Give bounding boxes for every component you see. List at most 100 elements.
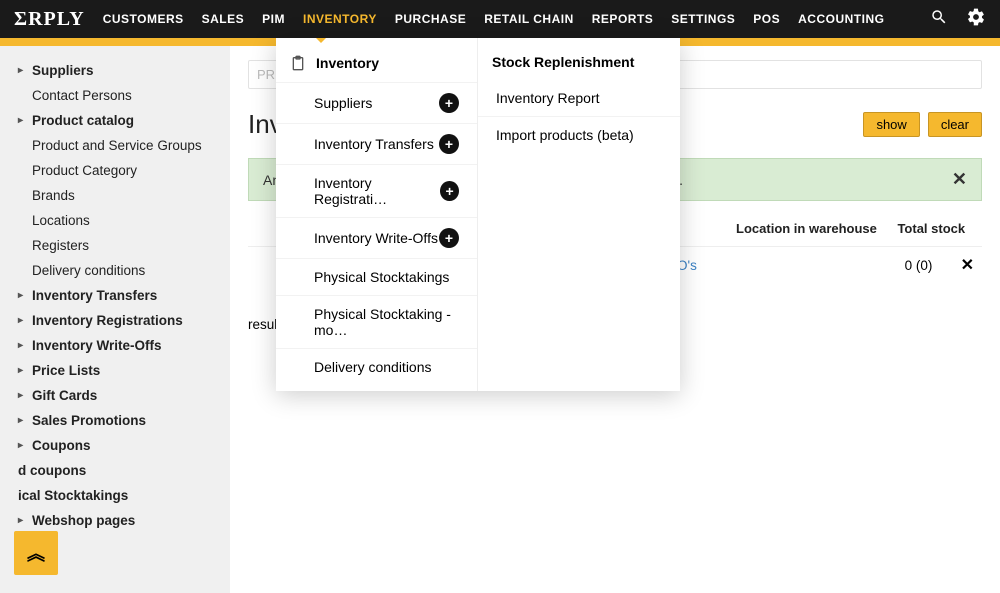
sidebar-item-webshop-pages[interactable]: ▸ Webshop pages [0,508,230,533]
stock-cell: 0 (0) [876,258,960,273]
dd-item-inventory-report[interactable]: Inventory Report [478,80,680,116]
search-icon[interactable] [930,8,948,31]
dropdown-header-right-label: Stock Replenishment [492,54,634,70]
dd-item-suppliers[interactable]: Suppliers + [276,82,477,123]
dd-item-label: Physical Stocktakings [314,269,449,285]
plus-icon[interactable]: + [439,93,459,113]
sidebar-item-product-category[interactable]: Product Category [0,158,230,183]
dropdown-header-inventory: Inventory [276,44,477,82]
nav-purchase[interactable]: PURCHASE [395,12,466,26]
sidebar-item-coupons[interactable]: ▸ Coupons [0,433,230,458]
dd-item-import-products-beta-[interactable]: Import products (beta) [478,116,680,153]
sidebar-item-label: Webshop pages [32,513,135,528]
nav-customers[interactable]: CUSTOMERS [103,12,184,26]
caret-right-icon: ▸ [18,440,28,451]
sidebar-item-suppliers[interactable]: ▸ Suppliers [0,58,230,83]
nav-pim[interactable]: PIM [262,12,285,26]
sidebar-item-inventory-transfers[interactable]: ▸ Inventory Transfers [0,283,230,308]
dd-item-label: Inventory Transfers [314,136,434,152]
chevron-up-double-icon: ︽ [27,540,45,566]
caret-right-icon: ▸ [18,290,28,301]
sidebar-item-label: Product Category [32,163,137,178]
dropdown-header-left-label: Inventory [316,55,379,71]
sidebar-item-d-coupons[interactable]: d coupons [0,458,230,483]
sidebar-item-ical-stocktakings[interactable]: ical Stocktakings [0,483,230,508]
col-stock: Total stock [881,221,982,236]
sidebar-item-locations[interactable]: Locations [0,208,230,233]
dd-item-inventory-transfers[interactable]: Inventory Transfers + [276,123,477,164]
sidebar-item-label: Locations [32,213,90,228]
dd-item-physical-stocktaking-mo-[interactable]: Physical Stocktaking - mo… [276,295,477,348]
sidebar-item-registers[interactable]: Registers [0,233,230,258]
caret-right-icon: ▸ [18,115,28,126]
nav-sales[interactable]: SALES [202,12,245,26]
plus-icon[interactable]: + [439,228,459,248]
sidebar-item-label: Gift Cards [32,388,97,403]
caret-right-icon: ▸ [18,515,28,526]
sidebar-item-label: Product catalog [32,113,134,128]
sidebar-item-inventory-registrations[interactable]: ▸ Inventory Registrations [0,308,230,333]
sidebar-item-contact-persons[interactable]: Contact Persons [0,83,230,108]
caret-right-icon: ▸ [18,415,28,426]
dd-item-label: Import products (beta) [496,127,634,143]
nav-retail-chain[interactable]: RETAIL CHAIN [484,12,574,26]
sidebar-item-delivery-conditions[interactable]: Delivery conditions [0,258,230,283]
sidebar-item-product-and-service-groups[interactable]: Product and Service Groups [0,133,230,158]
dd-item-inventory-write-offs[interactable]: Inventory Write-Offs+ [276,217,477,258]
dd-item-label: Inventory Report [496,90,600,106]
show-button[interactable]: show [863,112,919,137]
sidebar-item-product-catalog[interactable]: ▸ Product catalog [0,108,230,133]
dd-item-label: Physical Stocktaking - mo… [314,306,459,338]
dd-item-inventory-registrati-[interactable]: Inventory Registrati…+ [276,164,477,217]
dd-item-physical-stocktakings[interactable]: Physical Stocktakings [276,258,477,295]
caret-right-icon: ▸ [18,315,28,326]
sidebar-item-label: Sales Promotions [32,413,146,428]
dd-item-delivery-conditions[interactable]: Delivery conditions [276,348,477,385]
remove-row-icon[interactable]: ✕ [961,255,974,275]
nav-indicator-arrow-icon [316,38,326,43]
inventory-dropdown: Inventory Suppliers + Inventory Transfers +… [276,38,680,391]
nav-pos[interactable]: POS [753,12,780,26]
sidebar-item-label: Delivery conditions [32,263,145,278]
dd-item-label: Suppliers [314,95,372,111]
sidebar-item-label: Coupons [32,438,91,453]
dropdown-header-stock: Stock Replenishment [478,44,680,80]
caret-right-icon: ▸ [18,390,28,401]
sidebar-item-inventory-write-offs[interactable]: ▸ Inventory Write-Offs [0,333,230,358]
dd-item-label: Inventory Registrati… [314,175,440,207]
nav-reports[interactable]: REPORTS [592,12,654,26]
sidebar-item-label: d coupons [18,463,86,478]
sidebar-item-label: Inventory Registrations [32,313,183,328]
sidebar-item-label: Inventory Write-Offs [32,338,162,353]
caret-right-icon: ▸ [18,340,28,351]
gear-icon[interactable] [966,7,986,32]
close-icon[interactable]: ✕ [952,169,967,190]
main-nav: CUSTOMERS SALES PIM INVENTORY PURCHASE RETAIL… [103,12,885,26]
sidebar: ▸ Suppliers Contact Persons ▸ Product catalo… [0,46,230,593]
nav-settings[interactable]: SETTINGS [671,12,735,26]
nav-inventory[interactable]: INVENTORY [303,12,377,26]
sidebar-item-gift-cards[interactable]: ▸ Gift Cards [0,383,230,408]
sidebar-item-price-lists[interactable]: ▸Price Lists [0,358,230,383]
sidebar-item-label: Registers [32,238,89,253]
dd-item-label: Delivery conditions [314,359,432,375]
nav-accounting[interactable]: ACCOUNTING [798,12,884,26]
sidebar-item-label: Inventory Transfers [32,288,157,303]
plus-icon[interactable]: + [439,134,459,154]
sidebar-item-label: Contact Persons [32,88,132,103]
sidebar-item-label: ical Stocktakings [18,488,128,503]
dropdown-col-right: Stock Replenishment Inventory Report Impo… [478,38,680,391]
caret-right-icon: ▸ [18,365,28,376]
clear-button[interactable]: clear [928,112,982,137]
sidebar-item-label: Brands [32,188,75,203]
dd-item-label: Inventory Write-Offs [314,230,438,246]
caret-right-icon: ▸ [18,65,28,76]
sidebar-item-brands[interactable]: Brands [0,183,230,208]
sidebar-item-sales-promotions[interactable]: ▸ Sales Promotions [0,408,230,433]
scroll-top-button[interactable]: ︽ [14,531,58,575]
sidebar-item-label: Product and Service Groups [32,138,202,153]
sidebar-item-label: Suppliers [32,63,94,78]
col-location: Location in warehouse [732,221,880,236]
logo[interactable]: ΣRPLY [14,8,85,31]
plus-icon[interactable]: + [440,181,459,201]
